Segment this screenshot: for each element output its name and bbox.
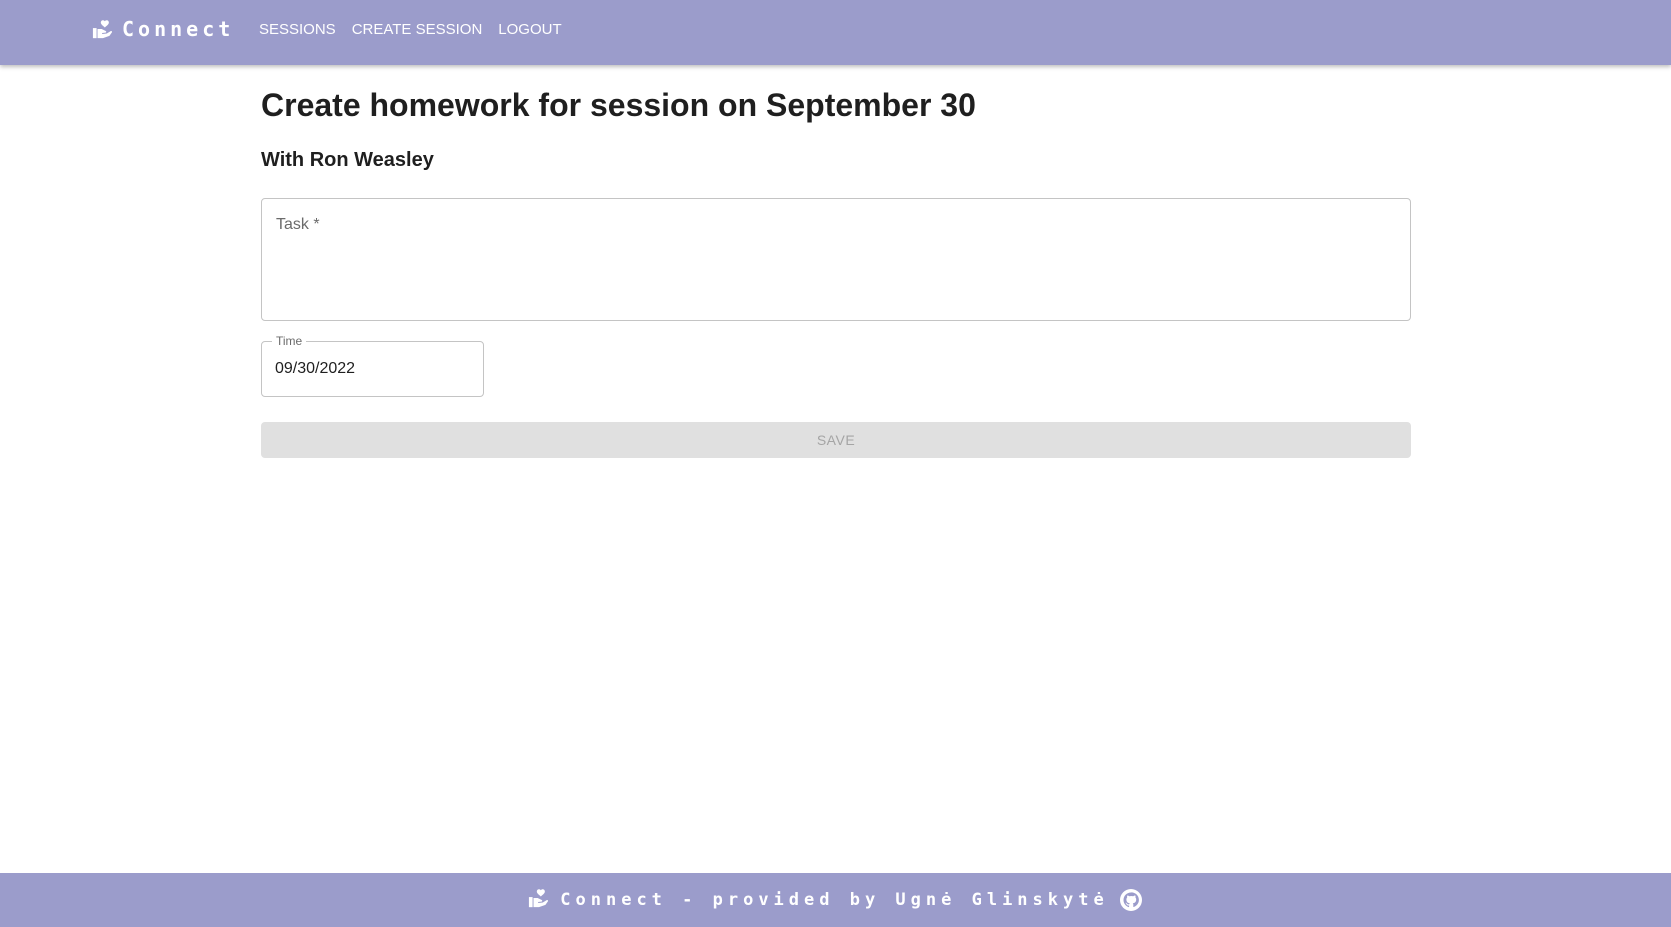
nav-sessions-link[interactable]: SESSIONS [259,20,336,40]
nav-create-session-link[interactable]: CREATE SESSION [352,20,483,40]
main-nav: SESSIONS CREATE SESSION LOGOUT [259,20,562,40]
task-field: Task * [261,198,1411,321]
brand-logo[interactable]: Connect [92,17,234,41]
github-icon[interactable] [1119,888,1143,912]
task-input[interactable] [276,213,1400,307]
footer-credit: Connect - provided by Ugnė Glinskytė [560,890,1109,910]
session-participant: With Ron Weasley [261,149,434,171]
footer: Connect - provided by Ugnė Glinskytė [0,873,1671,927]
nav-logout-link[interactable]: LOGOUT [498,20,561,40]
save-button[interactable]: SAVE [261,422,1411,458]
page-title: Create homework for session on September… [261,87,976,123]
hand-heart-icon [528,887,550,914]
top-app-bar: Connect SESSIONS CREATE SESSION LOGOUT [0,0,1671,65]
time-label: Time [272,334,307,348]
brand-name: Connect [122,17,235,41]
time-field: Time [261,334,484,397]
main-content: Create homework for session on September… [261,65,1413,458]
hand-heart-icon [92,18,114,40]
time-input[interactable] [275,358,470,380]
